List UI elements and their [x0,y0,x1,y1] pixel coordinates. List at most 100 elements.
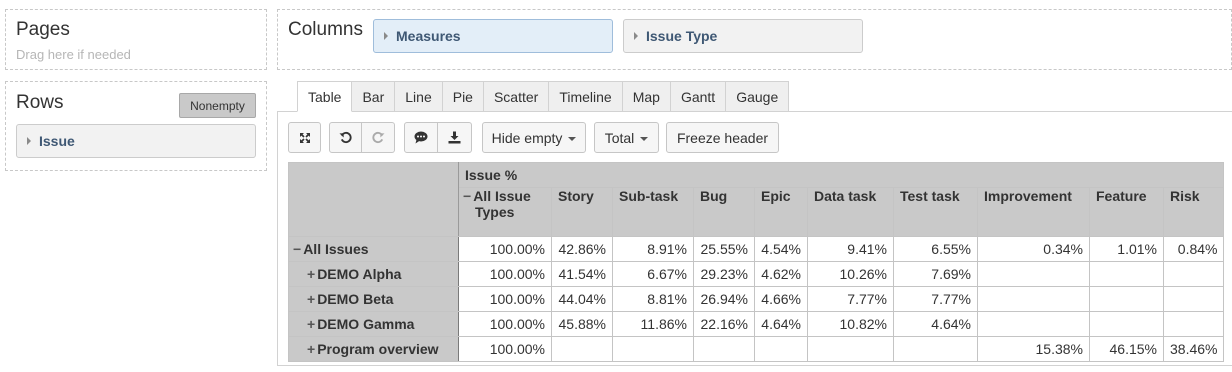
column-header[interactable]: Bug [693,187,755,237]
tab-timeline[interactable]: Timeline [549,81,623,112]
table-cell: 45.88% [551,311,613,337]
pages-title: Pages [16,19,70,40]
nonempty-button[interactable]: Nonempty [179,93,256,118]
table-row: − All Issues 100.00% 42.86% 8.91% 25.55% 4.54%… [288,236,1225,262]
freeze-header-button[interactable]: Freeze header [666,122,779,153]
table-row: + DEMO Alpha 100.00% 41.54% 6.67% 29.23% 4.62%… [288,261,1225,287]
table-cell: 0.34% [977,236,1090,262]
tab-bar[interactable]: Bar [352,81,396,112]
table-cell: 4.64% [754,311,808,337]
row-header[interactable]: + DEMO Gamma [288,311,459,337]
column-header[interactable]: Sub-task [612,187,694,237]
column-header[interactable]: Risk [1162,187,1225,237]
hide-empty-dropdown[interactable]: Hide empty [482,122,586,153]
comment-icon [414,131,428,144]
table-cell: 7.69% [893,261,978,287]
column-header[interactable]: Improvement [977,187,1090,237]
comment-button[interactable] [404,122,438,153]
columns-chip-label: Measures [396,28,461,44]
column-header[interactable]: Data task [807,187,894,237]
expand-plus-icon: + [307,291,316,307]
table-cell: 41.54% [551,261,613,287]
table-cell [612,336,694,362]
redo-button[interactable] [362,122,395,153]
undo-button[interactable] [329,122,362,153]
columns-chip-issue-type[interactable]: Issue Type [623,19,863,53]
table-cell: 44.04% [551,286,613,312]
total-label: Total [604,129,635,146]
table-cell: 100.00% [458,261,552,287]
fullscreen-button[interactable] [288,122,321,153]
table-cell: 26.94% [693,286,755,312]
chevron-down-icon [640,136,649,141]
table-cell: 100.00% [458,311,552,337]
tab-scatter[interactable]: Scatter [483,81,550,112]
table-cell: 4.62% [754,261,808,287]
table-cell: 4.66% [754,286,808,312]
tab-gauge[interactable]: Gauge [726,81,790,112]
table-cell [1089,286,1164,312]
table-cell [977,311,1090,337]
table-cell [977,261,1090,287]
table-cell: 15.38% [977,336,1090,362]
tab-pie[interactable]: Pie [442,81,484,112]
rows-title: Rows [16,92,64,113]
export-button[interactable] [438,122,472,153]
expand-arrows-icon [299,132,310,143]
column-header[interactable]: Test task [893,187,978,237]
table-cell: 100.00% [458,286,552,312]
tab-map[interactable]: Map [622,81,671,112]
columns-chip-measures[interactable]: Measures [373,19,613,53]
redo-icon [371,131,385,144]
download-icon [448,131,461,144]
table-cell [551,336,613,362]
column-header[interactable]: Feature [1089,187,1164,237]
columns-title: Columns [288,19,363,40]
view-tabs: Table Bar Line Pie Scatter Timeline Map … [297,81,790,112]
table-cell [977,286,1090,312]
table-cell: 38.46% [1162,336,1225,362]
table-cell: 29.23% [693,261,755,287]
expand-caret-icon [27,137,31,145]
pages-drop-hint: Drag here if needed [16,47,131,62]
measure-header: Issue % [457,162,1225,188]
table-cell: 9.41% [807,236,894,262]
table-cell [1089,261,1164,287]
row-header[interactable]: + DEMO Beta [288,286,459,312]
pages-panel: Pages Drag here if needed [5,9,267,70]
table-cell [1162,286,1225,312]
row-header[interactable]: + DEMO Alpha [288,261,459,287]
hide-empty-label: Hide empty [491,129,563,146]
row-header[interactable]: + Program overview [288,336,459,362]
collapse-minus-icon: − [463,188,472,204]
chevron-down-icon [568,136,577,141]
tab-gantt[interactable]: Gantt [670,81,727,112]
row-label: Program overview [317,341,439,357]
table-cell: 25.55% [693,236,755,262]
columns-chip-label: Issue Type [646,28,718,44]
table-cell: 11.86% [612,311,694,337]
table-cell: 22.16% [693,311,755,337]
table-cell: 10.82% [807,311,894,337]
table-cell: 1.01% [1089,236,1164,262]
table-cell: 4.64% [893,311,978,337]
table-cell: 8.91% [612,236,694,262]
tab-table[interactable]: Table [297,81,353,112]
table-cell: 6.55% [893,236,978,262]
row-label: DEMO Gamma [317,316,415,332]
expand-plus-icon: + [307,266,316,282]
tab-line[interactable]: Line [395,81,443,112]
expand-caret-icon [634,32,638,40]
column-header[interactable]: Epic [754,187,808,237]
table-cell [893,336,978,362]
row-header[interactable]: − All Issues [288,236,459,262]
collapse-minus-icon: − [293,241,302,257]
pivot-table: Issue % − All Issue Types Story Sub-task … [288,162,1225,362]
table-cell [754,336,808,362]
total-dropdown[interactable]: Total [594,122,659,153]
rows-chip-issue[interactable]: Issue [16,124,256,158]
table-cell: 6.67% [612,261,694,287]
table-cell: 0.84% [1162,236,1225,262]
column-header-all-issue-types[interactable]: − All Issue Types [458,187,552,237]
column-header[interactable]: Story [551,187,613,237]
